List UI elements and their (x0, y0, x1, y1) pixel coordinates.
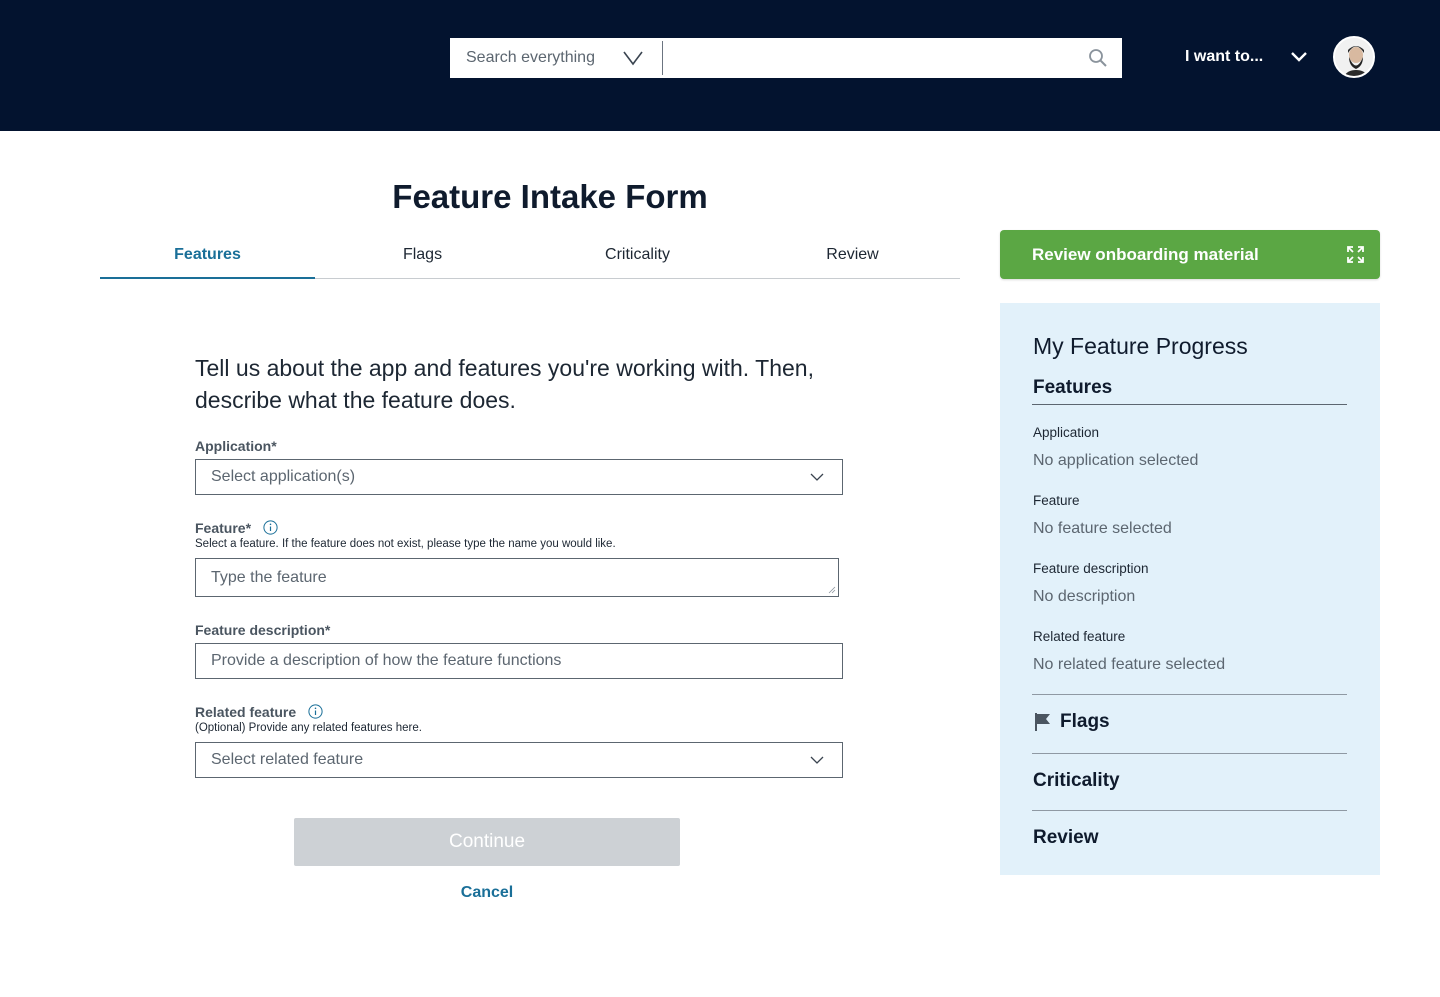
chevron-down-icon (623, 51, 643, 66)
i-want-to-menu[interactable]: I want to... (1185, 48, 1263, 66)
form-intro: Tell us about the app and features you'r… (195, 355, 814, 413)
feature-input[interactable] (211, 568, 838, 587)
continue-button[interactable]: Continue (294, 818, 680, 866)
related-feature-select[interactable]: Select related feature (195, 742, 843, 778)
onboarding-label: Review onboarding material (1032, 244, 1259, 264)
description-input[interactable] (211, 652, 842, 670)
avatar-image (1335, 38, 1373, 76)
feature-hint: Select a feature. If the feature does no… (195, 538, 616, 550)
feature-label: Feature* (195, 520, 278, 536)
feature-label-text: Feature* (195, 520, 252, 536)
progress-item-label: Application (1033, 425, 1100, 440)
divider (1032, 753, 1347, 754)
progress-criticality-heading[interactable]: Criticality (1033, 770, 1120, 792)
expand-icon[interactable] (1347, 246, 1364, 263)
search-scope-dropdown[interactable]: Search everything (450, 38, 662, 78)
cancel-link[interactable]: Cancel (294, 884, 680, 902)
description-label: Feature description* (195, 622, 331, 638)
resize-handle-icon[interactable] (828, 586, 836, 594)
description-field[interactable] (195, 643, 843, 679)
progress-flags-heading[interactable]: Flags (1060, 711, 1110, 733)
tab-flags[interactable]: Flags (315, 232, 530, 278)
tab-review[interactable]: Review (745, 232, 960, 278)
global-search: Search everything (450, 38, 1122, 78)
search-scope-label: Search everything (466, 49, 595, 66)
search-icon[interactable] (1088, 48, 1108, 68)
progress-item-label: Feature description (1033, 561, 1149, 576)
progress-item-label: Feature (1033, 493, 1080, 508)
search-input[interactable] (663, 38, 1122, 78)
flag-icon (1035, 713, 1050, 731)
feature-progress-panel: My Feature Progress Features Application… (1000, 303, 1380, 875)
divider (1032, 404, 1347, 405)
progress-item-label: Related feature (1033, 629, 1126, 644)
application-label: Application* (195, 438, 277, 454)
progress-item-value: No related feature selected (1033, 656, 1226, 673)
chevron-down-icon (810, 756, 824, 764)
related-hint: (Optional) Provide any related features … (195, 722, 422, 734)
avatar[interactable] (1333, 36, 1375, 78)
divider (1032, 694, 1347, 695)
review-onboarding-button[interactable]: Review onboarding material (1000, 230, 1380, 279)
related-label-text: Related feature (195, 704, 297, 720)
tab-criticality[interactable]: Criticality (530, 232, 745, 278)
form-tabs: Features Flags Criticality Review (100, 232, 960, 279)
page-title: Feature Intake Form (392, 178, 708, 215)
application-select[interactable]: Select application(s) (195, 459, 843, 495)
related-label: Related feature (195, 704, 323, 720)
progress-review-heading[interactable]: Review (1033, 827, 1098, 849)
top-header: Search everything I want to... (0, 0, 1440, 131)
info-icon[interactable] (263, 520, 278, 535)
tab-features[interactable]: Features (100, 232, 315, 279)
divider (1032, 810, 1347, 811)
feature-textarea[interactable] (195, 558, 839, 597)
chevron-down-icon[interactable] (1290, 50, 1308, 64)
chevron-down-icon (810, 473, 824, 481)
application-select-value: Select application(s) (211, 468, 356, 485)
progress-item-value: No description (1033, 588, 1136, 605)
progress-features-heading: Features (1033, 377, 1113, 398)
related-select-value: Select related feature (211, 751, 364, 768)
info-icon[interactable] (308, 704, 323, 719)
progress-item-value: No application selected (1033, 452, 1199, 469)
progress-item-value: No feature selected (1033, 520, 1172, 537)
progress-title: My Feature Progress (1033, 333, 1248, 359)
